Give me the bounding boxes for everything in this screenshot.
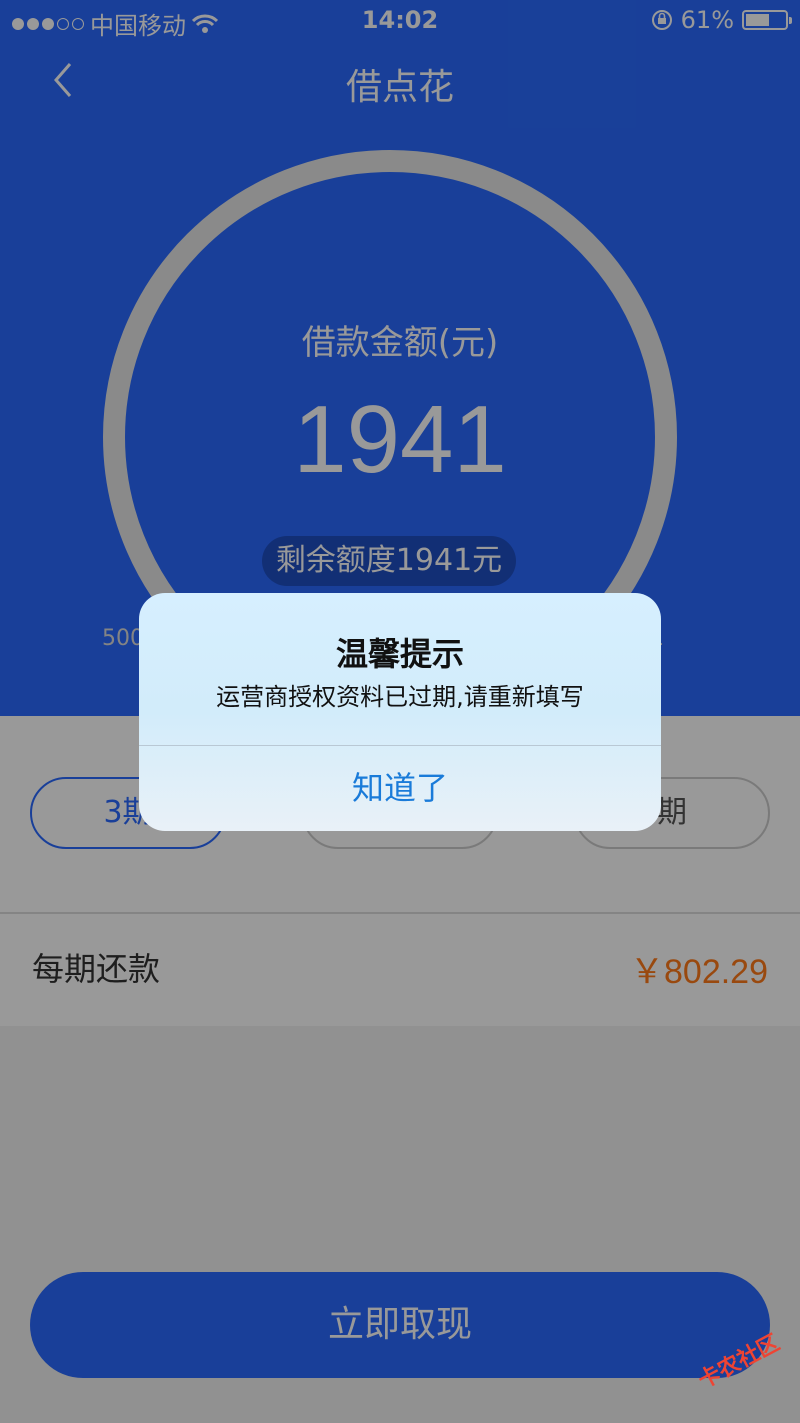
alert-title: 温馨提示 bbox=[335, 635, 464, 673]
alert-dialog: 温馨提示 运营商授权资料已过期,请重新填写 知道了 bbox=[139, 593, 661, 831]
alert-message: 运营商授权资料已过期,请重新填写 bbox=[216, 683, 584, 711]
alert-ok-button[interactable]: 知道了 bbox=[139, 746, 661, 831]
